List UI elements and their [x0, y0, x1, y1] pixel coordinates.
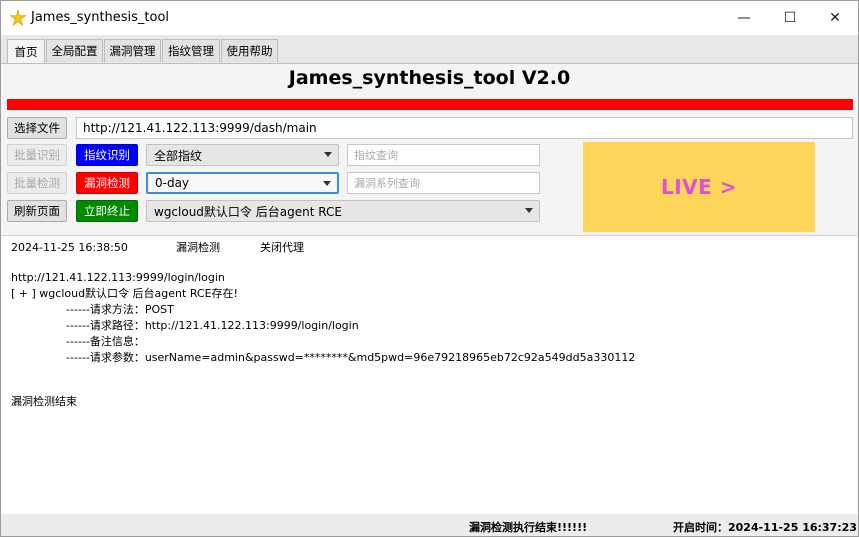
page-title: James_synthesis_tool V2.0 — [288, 67, 571, 89]
live-banner[interactable]: LIVE > — [583, 142, 815, 232]
tab-help[interactable]: 使用帮助 — [221, 39, 278, 62]
fingerprint-select[interactable]: 全部指纹 — [146, 144, 339, 166]
log-result: [ + ] wgcloud默认口令 后台agent RCE存在! — [11, 287, 238, 300]
log-target-url: http://121.41.122.113:9999/login/login — [11, 271, 225, 284]
maximize-button[interactable]: ☐ — [767, 1, 813, 35]
live-banner-text: LIVE > — [660, 175, 738, 199]
title-bar[interactable]: James_synthesis_tool — ☐ ✕ — [1, 1, 858, 35]
minimize-icon: — — [737, 10, 751, 26]
select-file-button[interactable]: 选择文件 — [7, 117, 67, 139]
poc-select-value: wgcloud默认口令 后台agent RCE — [154, 204, 342, 219]
vuln-detect-button[interactable]: 漏洞检测 — [76, 172, 138, 194]
chevron-down-icon — [525, 208, 533, 213]
maximize-icon: ☐ — [783, 10, 797, 26]
tab-bar: 首页 全局配置 漏洞管理 指纹管理 使用帮助 — [1, 35, 858, 64]
log-timestamp: 2024-11-25 16:38:50 — [11, 241, 128, 254]
vuln-type-select[interactable]: 0-day — [146, 172, 339, 194]
vuln-type-select-value: 0-day — [155, 176, 190, 190]
minimize-button[interactable]: — — [721, 1, 767, 35]
tab-home[interactable]: 首页 — [7, 39, 45, 63]
chevron-down-icon — [323, 181, 331, 186]
tab-global-config[interactable]: 全局配置 — [46, 39, 103, 62]
batch-identify-button[interactable]: 批量识别 — [7, 144, 67, 166]
log-proxy: 关闭代理 — [260, 241, 304, 254]
app-window: James_synthesis_tool — ☐ ✕ 首页 全局配置 漏洞管理 … — [0, 0, 859, 537]
log-request-params: ------请求参数：userName=admin&passwd=*******… — [66, 351, 636, 364]
tab-vuln-management[interactable]: 漏洞管理 — [104, 39, 161, 62]
refresh-page-button[interactable]: 刷新页面 — [7, 200, 67, 222]
log-end: 漏洞检测结束 — [11, 395, 77, 408]
close-button[interactable]: ✕ — [812, 1, 858, 35]
url-input[interactable]: http://121.41.122.113:9999/dash/main — [76, 117, 853, 139]
status-start-time: 开启时间：2024-11-25 16:37:23 — [673, 521, 857, 534]
vuln-series-query-input[interactable]: 漏洞系列查询 — [347, 172, 540, 194]
close-icon: ✕ — [829, 10, 841, 26]
poc-select[interactable]: wgcloud默认口令 后台agent RCE — [146, 200, 540, 222]
status-bar: 漏洞检测执行结束!!!!!! 开启时间：2024-11-25 16:37:23 — [1, 514, 858, 536]
fingerprint-query-input[interactable]: 指纹查询 — [347, 144, 540, 166]
status-message: 漏洞检测执行结束!!!!!! — [469, 521, 588, 534]
log-request-method: ------请求方法：POST — [66, 303, 174, 316]
batch-detect-button[interactable]: 批量检测 — [7, 172, 67, 194]
tab-fingerprint-management[interactable]: 指纹管理 — [162, 39, 220, 62]
log-mode: 漏洞检测 — [176, 241, 220, 254]
chevron-down-icon — [324, 152, 332, 157]
stop-now-button[interactable]: 立即终止 — [76, 200, 138, 222]
window-title: James_synthesis_tool — [31, 10, 170, 25]
progress-bar — [7, 99, 853, 110]
fingerprint-select-value: 全部指纹 — [154, 148, 203, 163]
output-log[interactable]: 2024-11-25 16:38:50 漏洞检测 关闭代理 http://121… — [2, 235, 857, 515]
log-request-path: ------请求路径：http://121.41.122.113:9999/lo… — [66, 319, 359, 332]
fingerprint-identify-button[interactable]: 指纹识别 — [76, 144, 138, 166]
app-icon — [10, 10, 26, 26]
log-note: ------备注信息： — [66, 335, 145, 348]
